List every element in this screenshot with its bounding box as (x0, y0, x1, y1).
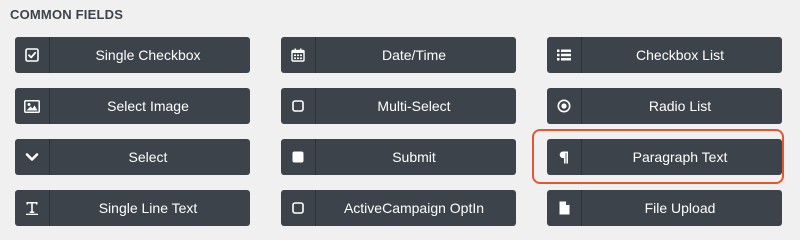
checkbox-list-button[interactable]: Checkbox List (547, 37, 782, 73)
field-label: Checkbox List (636, 47, 724, 63)
field-label: Single Checkbox (95, 47, 201, 63)
radio-list-button[interactable]: Radio List (547, 88, 782, 124)
field-label: Select (128, 149, 168, 165)
list-icon (547, 37, 582, 73)
activecampaign-optin-button[interactable]: ActiveCampaign OptIn (281, 190, 516, 226)
checkbox-icon (15, 37, 50, 73)
radio-icon (547, 88, 582, 124)
square-outline-icon (281, 190, 316, 226)
submit-button[interactable]: Submit (281, 139, 516, 175)
square-filled-icon (281, 139, 316, 175)
single-checkbox-button[interactable]: Single Checkbox (15, 37, 250, 73)
field-grid: Single Checkbox Date/Time Checkbox List … (15, 37, 782, 226)
field-label: Date/Time (381, 47, 447, 63)
select-button[interactable]: Select (15, 139, 250, 175)
file-icon (547, 190, 582, 226)
field-label: Radio List (648, 98, 712, 114)
multi-select-button[interactable]: Multi-Select (281, 88, 516, 124)
single-line-text-button[interactable]: Single Line Text (15, 190, 250, 226)
field-label: File Upload (644, 200, 716, 216)
field-label: Select Image (107, 98, 189, 114)
file-upload-button[interactable]: File Upload (547, 190, 782, 226)
square-outline-icon (281, 88, 316, 124)
chevron-down-icon (15, 139, 50, 175)
section-title: COMMON FIELDS (10, 7, 124, 22)
field-label: Single Line Text (98, 200, 198, 216)
text-icon (15, 190, 50, 226)
image-icon (15, 88, 50, 124)
field-label: Multi-Select (377, 98, 451, 114)
date-time-button[interactable]: Date/Time (281, 37, 516, 73)
select-image-button[interactable]: Select Image (15, 88, 250, 124)
field-label: Paragraph Text (632, 149, 728, 165)
field-label: ActiveCampaign OptIn (343, 200, 485, 216)
pilcrow-icon (547, 139, 582, 175)
paragraph-text-button[interactable]: Paragraph Text (547, 139, 782, 175)
calendar-icon (281, 37, 316, 73)
field-label: Submit (392, 149, 436, 165)
